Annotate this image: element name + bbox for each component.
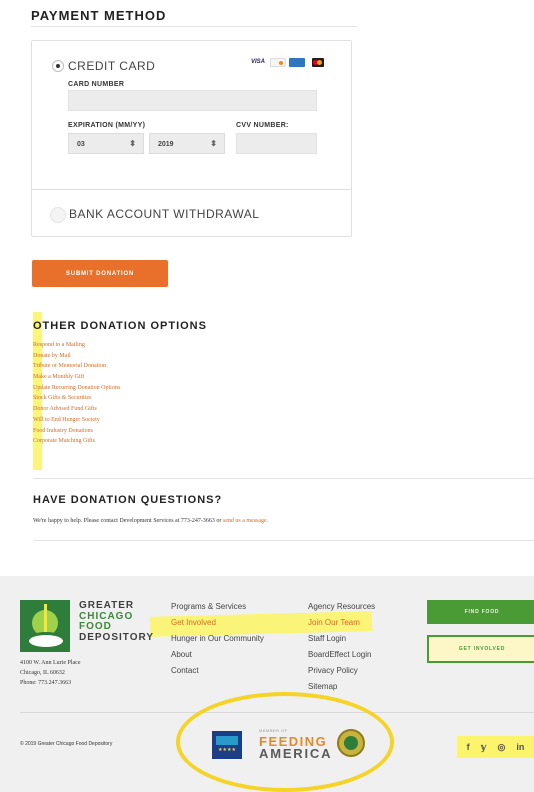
payment-option-divider — [32, 189, 351, 190]
footer-link-hunger[interactable]: Hunger in Our Community — [171, 631, 264, 647]
donation-link[interactable]: Corporate Matching Gifts — [33, 436, 120, 447]
cvv-input[interactable] — [236, 133, 317, 154]
find-food-button[interactable]: FIND FOOD — [427, 600, 534, 624]
questions-text: We're happy to help. Please contact Deve… — [33, 518, 268, 524]
exp-month-select[interactable]: 03 ⬍ — [68, 133, 144, 154]
logo-text-greater: GREATER — [79, 600, 135, 611]
annotation-circle — [176, 692, 394, 792]
donation-link[interactable]: Food Industry Donations — [33, 426, 120, 437]
exp-year-value: 2019 — [158, 141, 174, 148]
exp-month-value: 03 — [77, 141, 85, 148]
gcfd-logo-icon[interactable] — [20, 600, 70, 652]
card-number-input[interactable] — [68, 90, 317, 111]
social-links: f 𝕪 ◎ in — [457, 736, 534, 758]
logo-plate — [26, 632, 66, 650]
facebook-icon[interactable]: f — [467, 742, 470, 752]
donation-link[interactable]: Donate by Mail — [33, 351, 120, 362]
exp-year-select[interactable]: 2019 ⬍ — [149, 133, 225, 154]
footer-link-boardeffect[interactable]: BoardEffect Login — [308, 647, 375, 663]
discover-icon — [270, 58, 286, 67]
address-street: 4100 W. Ann Lurie Place — [20, 660, 81, 666]
mastercard-icon — [312, 58, 324, 67]
footer-link-get-involved[interactable]: Get Involved — [171, 615, 264, 631]
donation-link[interactable]: Will to End Hunger Society — [33, 415, 120, 426]
donation-link[interactable]: Respond to a Mailing — [33, 340, 120, 351]
footer-link-join-team[interactable]: Join Our Team — [308, 615, 375, 631]
address-city: Chicago, IL 60632 — [20, 670, 65, 676]
footer-link-privacy[interactable]: Privacy Policy — [308, 663, 375, 679]
footer-link-agency[interactable]: Agency Resources — [308, 599, 375, 615]
section-divider — [33, 540, 534, 541]
credit-card-radio[interactable] — [52, 60, 64, 72]
questions-body: We're happy to help. Please contact Deve… — [33, 518, 222, 524]
section-divider — [33, 478, 534, 479]
logo-text-food: FOOD — [79, 621, 112, 632]
send-message-link[interactable]: send us a message. — [223, 518, 268, 524]
card-logos: VISA — [251, 58, 324, 67]
card-number-label: CARD NUMBER — [68, 81, 125, 88]
donation-link[interactable]: Donor Advised Fund Gifts — [33, 404, 120, 415]
select-arrow-icon: ⬍ — [129, 139, 136, 148]
footer-link-programs[interactable]: Programs & Services — [171, 599, 264, 615]
footer-link-contact[interactable]: Contact — [171, 663, 264, 679]
donation-options-list: Respond to a Mailing Donate by Mail Trib… — [33, 340, 120, 447]
submit-donation-button[interactable]: SUBMIT DONATION — [32, 260, 168, 287]
credit-card-label: CREDIT CARD — [68, 59, 156, 73]
donation-link[interactable]: Update Recurring Donation Options — [33, 383, 120, 394]
gcfd-logo-text[interactable]: GREATER CHICAGO FOOD DEPOSITORY — [79, 600, 155, 643]
title-divider — [31, 26, 357, 27]
expiration-label: EXPIRATION (MM/YY) — [68, 122, 146, 129]
select-arrow-icon: ⬍ — [210, 139, 217, 148]
amex-icon — [289, 58, 305, 67]
other-donation-options-title: OTHER DONATION OPTIONS — [33, 320, 207, 332]
donation-questions-title: HAVE DONATION QUESTIONS? — [33, 494, 223, 506]
footer-link-sitemap[interactable]: Sitemap — [308, 679, 375, 695]
cvv-label: CVV NUMBER: — [236, 122, 289, 129]
donation-link[interactable]: Make a Monthly Gift — [33, 372, 120, 383]
footer-nav-column-2: Agency Resources Join Our Team Staff Log… — [308, 599, 375, 695]
payment-method-title: PAYMENT METHOD — [31, 8, 167, 23]
footer-nav-column-1: Programs & Services Get Involved Hunger … — [171, 599, 264, 679]
donation-link[interactable]: Stock Gifts & Securities — [33, 393, 120, 404]
bank-account-radio[interactable] — [50, 207, 66, 223]
bank-account-label: BANK ACCOUNT WITHDRAWAL — [69, 207, 260, 221]
visa-icon: VISA — [251, 58, 267, 67]
footer-link-staff-login[interactable]: Staff Login — [308, 631, 375, 647]
instagram-icon[interactable]: ◎ — [497, 742, 505, 753]
twitter-icon[interactable]: 𝕪 — [481, 742, 487, 753]
copyright-text: © 2019 Greater Chicago Food Depository — [20, 741, 113, 747]
get-involved-button[interactable]: GET INVOLVED — [427, 635, 534, 663]
address-phone: Phone: 773.247.3663 — [20, 680, 72, 686]
donation-link[interactable]: Tribute or Memorial Donation — [33, 361, 120, 372]
footer-link-about[interactable]: About — [171, 647, 264, 663]
footer-address: 4100 W. Ann Lurie Place Chicago, IL 6063… — [20, 658, 81, 688]
linkedin-icon[interactable]: in — [516, 742, 524, 752]
logo-text-depository: DEPOSITORY — [79, 631, 155, 643]
